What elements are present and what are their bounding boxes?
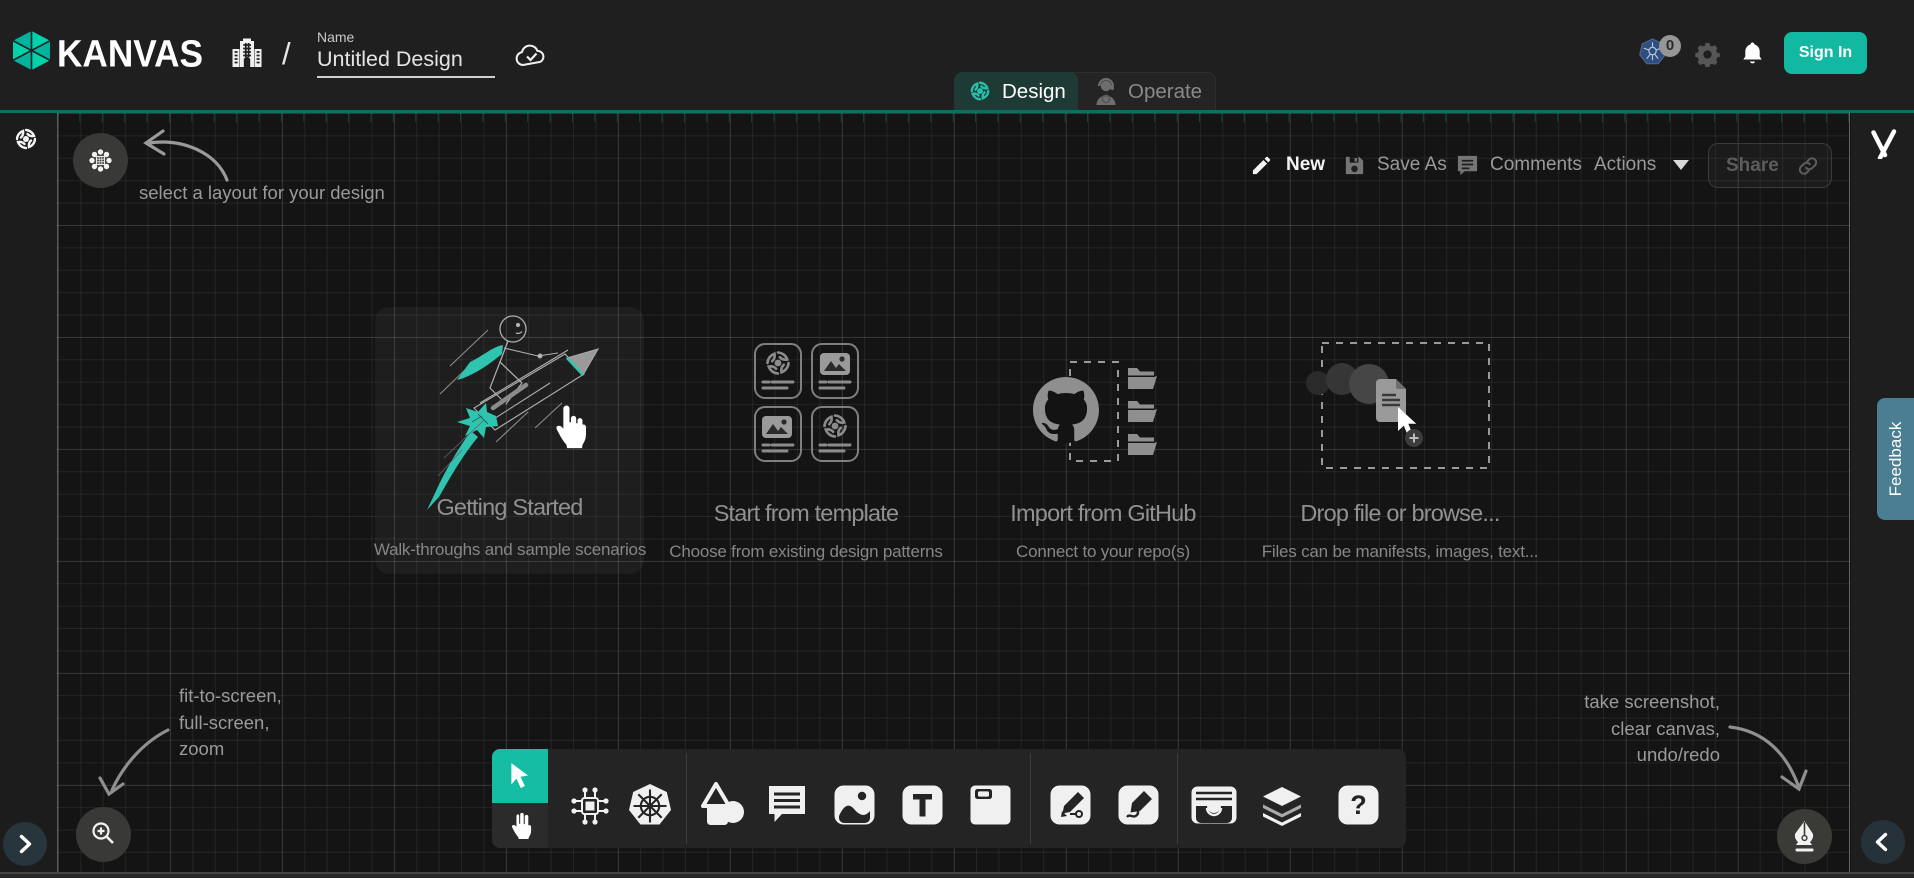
svg-text:?: ? — [1350, 790, 1367, 820]
